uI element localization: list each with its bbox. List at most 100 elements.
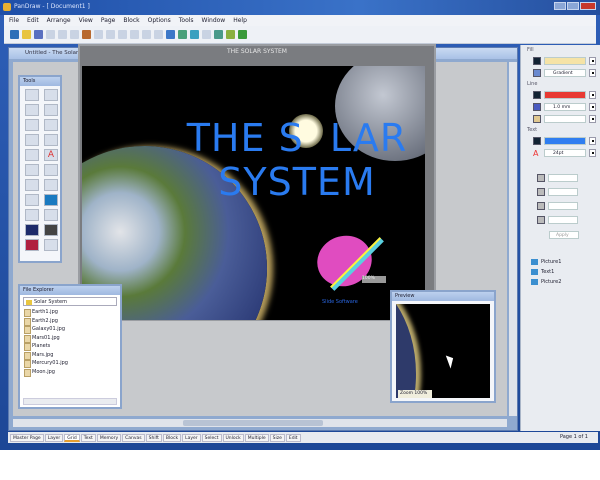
ungroup-icon[interactable]	[130, 30, 139, 39]
status-tab[interactable]: Size	[269, 434, 285, 442]
file-item[interactable]: Moon.jpg	[20, 368, 120, 376]
grid-icon[interactable]	[178, 30, 187, 39]
status-tab[interactable]: Layer	[182, 434, 201, 442]
export-icon[interactable]	[214, 30, 223, 39]
new-icon[interactable]	[10, 30, 19, 39]
prev-page-icon[interactable]	[226, 30, 235, 39]
select-tool-icon[interactable]	[25, 89, 39, 101]
width-field[interactable]	[548, 202, 578, 210]
file-item[interactable]: Mars.jpg	[20, 351, 120, 359]
file-item[interactable]: Galaxy01.jpg	[20, 325, 120, 334]
fill-color[interactable]	[544, 57, 586, 65]
line-end[interactable]	[544, 115, 586, 123]
ellipse-tool-icon[interactable]	[25, 179, 39, 191]
close-button[interactable]	[580, 2, 596, 10]
file-item[interactable]: Mars01.jpg	[20, 334, 120, 342]
layer-item[interactable]: Text1	[521, 267, 600, 277]
preview-view[interactable]	[396, 304, 490, 398]
preview-title[interactable]: Preview	[392, 292, 494, 301]
crop-tool-icon[interactable]	[44, 89, 58, 101]
text-color-dropdown[interactable]	[589, 137, 596, 145]
status-tab-active[interactable]: Grid	[64, 434, 80, 442]
redo-icon[interactable]	[106, 30, 115, 39]
copy-icon[interactable]	[58, 30, 67, 39]
text-tool-icon[interactable]: A	[44, 149, 58, 161]
order-icon[interactable]	[154, 30, 163, 39]
status-tab[interactable]: Text	[80, 434, 96, 442]
globe-tool-icon[interactable]	[44, 194, 58, 206]
palette-tool-icon[interactable]	[44, 104, 58, 116]
shape-tool-icon[interactable]	[25, 104, 39, 116]
menu-options[interactable]: Options	[148, 17, 171, 26]
status-tab[interactable]: Multiple	[244, 434, 269, 442]
vertical-scrollbar[interactable]	[509, 62, 517, 416]
menu-help[interactable]: Help	[233, 17, 247, 26]
scroll-thumb[interactable]	[183, 420, 323, 426]
record-tool-icon[interactable]	[25, 239, 39, 251]
menu-view[interactable]: View	[79, 17, 93, 26]
menu-page[interactable]: Page	[101, 17, 116, 26]
status-tab[interactable]: Canvas	[122, 434, 145, 442]
group-icon[interactable]	[118, 30, 127, 39]
text-color[interactable]	[544, 137, 586, 145]
file-item[interactable]: Planets	[20, 342, 120, 351]
next-page-icon[interactable]	[238, 30, 247, 39]
zoom-tool-icon[interactable]	[25, 209, 39, 221]
y-position-field[interactable]	[548, 188, 578, 196]
file-item[interactable]: Earth1.jpg	[20, 308, 120, 317]
status-tab[interactable]: Memory	[96, 434, 122, 442]
height-field[interactable]	[548, 216, 578, 224]
film-tool-icon[interactable]	[44, 224, 58, 236]
line-color[interactable]	[544, 91, 586, 99]
undo-icon[interactable]	[94, 30, 103, 39]
paste-icon[interactable]	[70, 30, 79, 39]
table-tool-icon[interactable]	[44, 164, 58, 176]
tools-panel-title[interactable]: Tools	[20, 77, 60, 86]
horizontal-scrollbar[interactable]	[13, 419, 507, 427]
layer-item[interactable]: Picture1	[521, 257, 600, 267]
menu-arrange[interactable]: Arrange	[47, 17, 71, 26]
status-tab[interactable]: Master Page	[10, 434, 44, 442]
maximize-button[interactable]	[567, 2, 579, 10]
misc-tool-icon[interactable]	[44, 239, 58, 251]
line-style[interactable]: 1.0 mm	[544, 103, 586, 111]
status-tab[interactable]: Shift	[145, 434, 162, 442]
polygon-tool-icon[interactable]	[44, 179, 58, 191]
preview-zoom[interactable]: Zoom 100%	[398, 390, 432, 398]
status-tab[interactable]: Edit	[285, 434, 301, 442]
frame-tool-icon[interactable]	[44, 134, 58, 146]
logo-planet[interactable]	[310, 228, 379, 294]
slide-title[interactable]: THE S LAR SYSTEM	[177, 116, 417, 204]
menu-edit[interactable]: Edit	[27, 17, 39, 26]
arrow-tool-icon[interactable]	[25, 194, 39, 206]
status-tab[interactable]: Block	[162, 434, 182, 442]
status-tab[interactable]: Select	[201, 434, 222, 442]
preview-icon[interactable]	[190, 30, 199, 39]
file-explorer-title[interactable]: File Explorer	[20, 286, 120, 295]
file-item[interactable]: Mercury01.jpg	[20, 359, 120, 368]
x-position-field[interactable]	[548, 174, 578, 182]
text-size[interactable]: 24pt	[544, 149, 586, 157]
align-icon[interactable]	[142, 30, 151, 39]
status-tab[interactable]: Unlock	[222, 434, 244, 442]
status-tab[interactable]: Layer	[44, 434, 64, 442]
menu-block[interactable]: Block	[123, 17, 139, 26]
fill-dropdown[interactable]	[589, 57, 596, 65]
rectangle-tool-icon[interactable]	[25, 134, 39, 146]
text-size-dropdown[interactable]	[589, 149, 596, 157]
menu-file[interactable]: File	[9, 17, 19, 26]
zoom-icon[interactable]	[166, 30, 175, 39]
open-icon[interactable]	[22, 30, 31, 39]
menu-tools[interactable]: Tools	[179, 17, 194, 26]
line-end-dropdown[interactable]	[589, 115, 596, 123]
apply-button[interactable]: Apply	[549, 231, 579, 239]
image-icon[interactable]	[82, 30, 91, 39]
file-item[interactable]: Earth2.jpg	[20, 317, 120, 325]
chart-tool-icon[interactable]	[25, 119, 39, 131]
menu-window[interactable]: Window	[202, 17, 226, 26]
minimize-button[interactable]	[554, 2, 566, 10]
line-style-dropdown[interactable]	[589, 103, 596, 111]
file-list-scrollbar[interactable]	[23, 398, 117, 405]
picture-tool-icon[interactable]	[25, 164, 39, 176]
save-icon[interactable]	[34, 30, 43, 39]
